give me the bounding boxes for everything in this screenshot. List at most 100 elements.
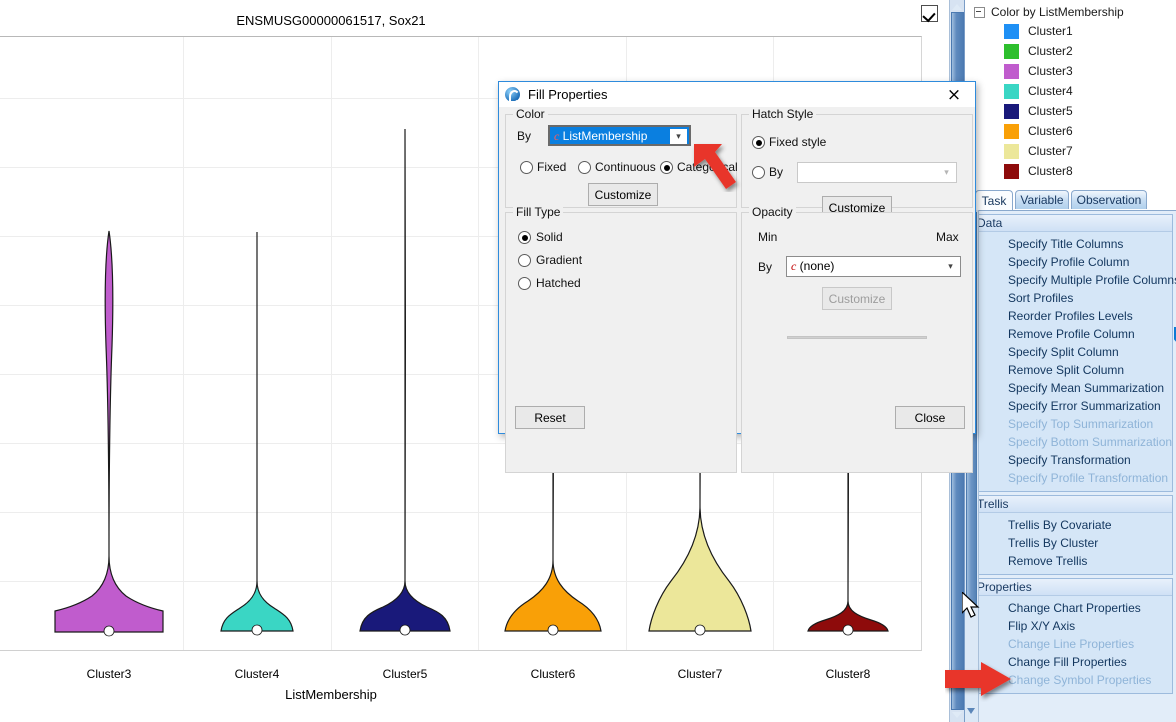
task-specify-split-column[interactable]: Specify Split Column (970, 343, 1172, 361)
legend-label: Cluster8 (1028, 164, 1073, 178)
task-pane: Data Specify Title Columns Specify Profi… (965, 210, 1176, 722)
legend-label: Cluster4 (1028, 84, 1073, 98)
color-by-combo[interactable]: c ListMembership ▾ (548, 125, 691, 146)
dialog-title: Fill Properties (528, 87, 608, 102)
opacity-group-legend: Opacity (749, 205, 796, 219)
tab-task[interactable]: Task (975, 190, 1013, 211)
task-specify-mean-summarization[interactable]: Specify Mean Summarization (970, 379, 1172, 397)
panel-tab-row: Task Variable Observation (965, 190, 1176, 211)
task-specify-profile-column[interactable]: Specify Profile Column (970, 253, 1172, 271)
violin-cluster3 (54, 230, 164, 637)
close-icon[interactable]: × (937, 85, 971, 105)
hatch-by-combo[interactable]: ▾ (797, 162, 957, 183)
color-mode-categorical-label: Categorical (677, 160, 738, 174)
dialog-titlebar[interactable]: Fill Properties × (499, 82, 975, 107)
xtick-cluster7: Cluster7 (677, 667, 723, 681)
chevron-down-icon[interactable]: ▾ (938, 164, 955, 181)
opacity-group: Opacity Min Max By c (none) ▾ Customize (741, 205, 973, 473)
section-properties: Properties Change Chart Properties Flip … (969, 578, 1173, 694)
task-remove-trellis[interactable]: Remove Trellis (970, 552, 1172, 570)
legend-item[interactable]: Cluster5 (965, 101, 1176, 121)
hatch-fixed-style-label: Fixed style (769, 135, 827, 149)
section-trellis: Trellis Trellis By Covariate Trellis By … (969, 495, 1173, 575)
tab-observation[interactable]: Observation (1071, 190, 1147, 209)
reset-button[interactable]: Reset (515, 406, 585, 429)
violin-cluster4 (220, 231, 294, 636)
xtick-cluster3: Cluster3 (86, 667, 132, 681)
task-flip-xy-axis[interactable]: Flip X/Y Axis (970, 617, 1172, 635)
legend-item[interactable]: Cluster6 (965, 121, 1176, 141)
legend-title: Color by ListMembership (991, 5, 1124, 19)
chevron-down-icon[interactable]: ▾ (670, 129, 687, 144)
fill-type-gradient-label: Gradient (536, 253, 583, 267)
task-change-symbol-properties: Change Symbol Properties (1008, 673, 1152, 687)
color-mode-fixed-radio[interactable] (520, 161, 533, 174)
fill-type-hatched-radio[interactable] (518, 277, 531, 290)
color-group-legend: Color (513, 107, 548, 121)
right-panel: Color by ListMembership Cluster1 Cluster… (964, 0, 1176, 722)
task-specify-multiple-profile-columns[interactable]: Specify Multiple Profile Columns (970, 271, 1176, 289)
legend-item[interactable]: Cluster3 (965, 61, 1176, 81)
fill-type-solid-radio[interactable] (518, 231, 531, 244)
opacity-by-combo[interactable]: c (none) ▾ (786, 256, 961, 277)
section-header-data: Data (970, 215, 1172, 232)
hatch-group-legend: Hatch Style (749, 107, 817, 121)
color-mode-categorical-radio[interactable] (660, 161, 673, 174)
legend-swatch-cluster4 (1004, 83, 1019, 99)
color-customize-button[interactable]: Customize (588, 183, 658, 206)
legend-item[interactable]: Cluster4 (965, 81, 1176, 101)
task-trellis-by-covariate[interactable]: Trellis By Covariate (970, 516, 1172, 534)
task-specify-error-summarization[interactable]: Specify Error Summarization (970, 397, 1172, 415)
section-body-data: Specify Title Columns Specify Profile Co… (970, 232, 1176, 491)
legend-label: Cluster5 (1028, 104, 1073, 118)
collapse-minus-icon[interactable] (974, 6, 985, 18)
chart-title: ENSMUSG00000061517, Sox21 (236, 13, 426, 28)
color-group: Color By c ListMembership ▾ Fixed Contin… (505, 107, 738, 208)
section-body-trellis: Trellis By Covariate Trellis By Cluster … (970, 513, 1172, 574)
legend-label: Cluster7 (1028, 144, 1073, 158)
task-sort-profiles[interactable]: Sort Profiles (970, 289, 1172, 307)
task-specify-transformation[interactable]: Specify Transformation (970, 451, 1172, 469)
task-remove-split-column[interactable]: Remove Split Column (970, 361, 1172, 379)
task-specify-bottom-summarization: Specify Bottom Summarization (1008, 435, 1173, 449)
legend-swatch-cluster1 (1004, 23, 1019, 39)
chevron-down-icon[interactable]: ▾ (942, 258, 959, 275)
chart-header-checkbox[interactable] (921, 5, 938, 22)
hatch-fixed-style-radio[interactable] (752, 136, 765, 149)
color-mode-continuous-label: Continuous (595, 160, 656, 174)
xtick-cluster4: Cluster4 (234, 667, 280, 681)
opacity-min-label: Min (758, 230, 778, 244)
close-button[interactable]: Close (895, 406, 965, 429)
color-mode-continuous-radio[interactable] (578, 161, 591, 174)
legend-label: Cluster6 (1028, 124, 1073, 138)
legend-swatch-cluster7 (1004, 143, 1019, 159)
task-remove-profile-column[interactable]: Remove Profile Column (970, 325, 1172, 343)
tab-variable[interactable]: Variable (1015, 190, 1069, 209)
hatch-style-group: Hatch Style Fixed style By ▾ Customize (741, 107, 973, 219)
legend-item[interactable]: Cluster2 (965, 41, 1176, 61)
xtick-cluster5: Cluster5 (382, 667, 428, 681)
task-trellis-by-cluster[interactable]: Trellis By Cluster (970, 534, 1172, 552)
xtick-cluster6: Cluster6 (530, 667, 576, 681)
legend-header: Color by ListMembership (965, 3, 1176, 21)
hatch-by-radio[interactable] (752, 166, 765, 179)
fill-type-group-legend: Fill Type (513, 205, 564, 219)
opacity-slider-track[interactable] (787, 336, 927, 339)
legend-item[interactable]: Cluster8 (965, 161, 1176, 181)
task-change-fill-properties[interactable]: Change Fill Properties (970, 653, 1172, 671)
task-change-chart-properties[interactable]: Change Chart Properties (970, 599, 1172, 617)
task-reorder-profiles-levels[interactable]: Reorder Profiles Levels (970, 307, 1172, 325)
task-change-line-properties: Change Line Properties (1008, 637, 1135, 651)
scroll-down-arrow-icon[interactable] (952, 712, 962, 718)
scroll-up-arrow-icon[interactable] (952, 4, 962, 10)
task-specify-title-columns[interactable]: Specify Title Columns (970, 235, 1172, 253)
scroll-down-arrow-icon[interactable] (967, 708, 975, 714)
legend-item[interactable]: Cluster1 (965, 21, 1176, 41)
legend-item[interactable]: Cluster7 (965, 141, 1176, 161)
violin-cluster5 (359, 128, 451, 636)
color-mode-fixed-label: Fixed (537, 160, 567, 174)
fill-type-gradient-radio[interactable] (518, 254, 531, 267)
hatch-by-label: By (769, 165, 784, 179)
fill-type-group: Fill Type Solid Gradient Hatched (505, 205, 737, 473)
color-by-label: By (517, 129, 532, 143)
